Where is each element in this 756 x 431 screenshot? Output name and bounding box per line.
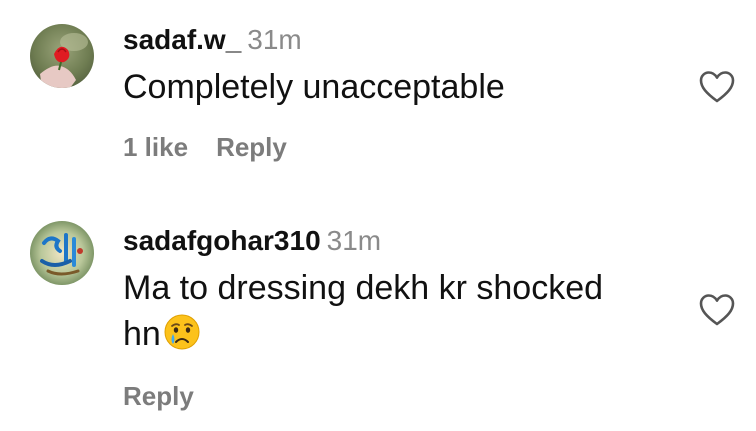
comments-list: sadaf.w_ 31m Completely unacceptable 1 li… <box>0 0 756 431</box>
rose-photo-avatar-image <box>30 24 94 88</box>
avatar[interactable] <box>30 24 94 88</box>
avatar[interactable] <box>30 221 94 285</box>
timestamp: 31m <box>247 24 302 55</box>
username[interactable]: sadaf.w_ <box>123 24 241 55</box>
comment-header: sadafgohar310 31m <box>123 227 381 255</box>
comment-text: Ma to dressing dekh kr shocked hn <box>123 265 683 357</box>
heart-outline-icon[interactable] <box>698 70 736 104</box>
calligraphy-avatar-image <box>30 221 94 285</box>
timestamp: 31m <box>326 225 382 256</box>
comment-item: sadafgohar310 31m Ma to dressing dekh kr … <box>0 200 756 431</box>
likes-count-button[interactable]: 1 like <box>123 132 188 162</box>
reply-button[interactable]: Reply <box>123 381 194 411</box>
comment-text-line: Ma to dressing dekh kr shocked <box>123 269 604 307</box>
username[interactable]: sadafgohar310 <box>123 225 321 256</box>
reply-button[interactable]: Reply <box>216 132 287 162</box>
heart-outline-icon[interactable] <box>698 293 736 327</box>
comment-text: Completely unacceptable <box>123 68 505 106</box>
crying-face-emoji <box>164 314 200 350</box>
comment-item: sadaf.w_ 31m Completely unacceptable 1 li… <box>0 0 756 200</box>
comment-actions: 1 like Reply <box>123 132 287 163</box>
comment-actions: Reply <box>123 381 194 412</box>
comment-text-tail: hn <box>123 315 161 353</box>
comment-header: sadaf.w_ 31m <box>123 26 302 54</box>
comment-text-line: hn <box>123 311 683 357</box>
